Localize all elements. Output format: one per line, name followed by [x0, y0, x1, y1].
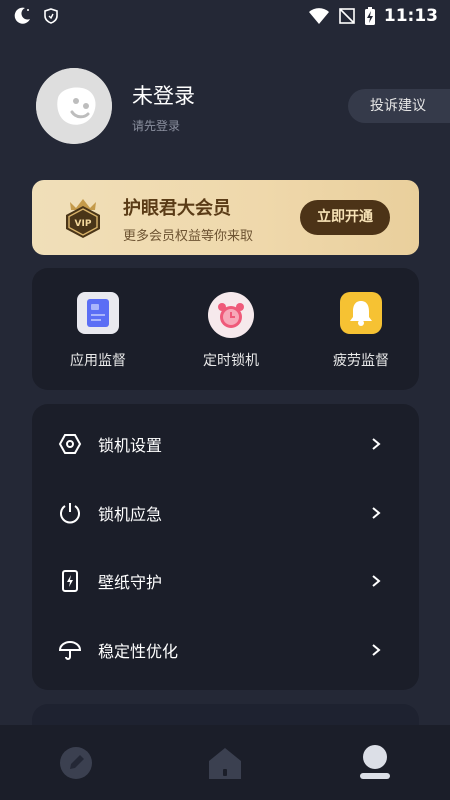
- bell-icon: [340, 292, 382, 334]
- vip-badge-icon: VIP: [66, 199, 100, 238]
- no-signal-icon: [339, 8, 355, 24]
- bottom-nav: [0, 725, 450, 800]
- vip-badge-text: VIP: [75, 219, 92, 229]
- hexagon-settings-icon: [58, 434, 82, 454]
- nav-tab-pen[interactable]: [56, 743, 96, 783]
- avatar[interactable]: [36, 68, 112, 144]
- document-icon: [77, 292, 119, 334]
- feature-label: 疲劳监督: [333, 353, 389, 369]
- vip-title: 护眼君大会员: [123, 198, 231, 219]
- feature-fatigue-monitor[interactable]: 疲劳监督: [306, 292, 416, 370]
- vip-subtitle: 更多会员权益等你来取: [123, 229, 254, 244]
- menu-label: 稳定性优化: [98, 642, 179, 661]
- menu-item-wallpaper-guard[interactable]: 壁纸守护: [32, 547, 419, 615]
- chevron-right-icon: [372, 575, 381, 587]
- feature-label: 定时锁机: [203, 353, 259, 369]
- chevron-right-icon: [372, 644, 381, 656]
- menu-item-stability-optimization[interactable]: 稳定性优化: [32, 616, 419, 684]
- status-bar: 11:13: [0, 0, 450, 32]
- login-title[interactable]: 未登录: [132, 80, 195, 110]
- feature-timed-lock[interactable]: 定时锁机: [176, 292, 286, 370]
- power-icon: [60, 503, 80, 524]
- menu-label: 壁纸守护: [98, 573, 163, 592]
- menu-label: 锁机应急: [98, 505, 163, 524]
- umbrella-icon: [58, 641, 82, 660]
- nav-tab-home[interactable]: [205, 743, 245, 783]
- battery-charging-icon: [364, 7, 375, 25]
- feedback-button[interactable]: 投诉建议: [348, 89, 450, 123]
- vip-card[interactable]: VIP 护眼君大会员 更多会员权益等你来取 立即开通: [32, 180, 419, 255]
- feature-label: 应用监督: [70, 353, 126, 369]
- moon-icon: [14, 7, 30, 24]
- menu-item-lock-settings[interactable]: 锁机设置: [32, 410, 419, 478]
- menu-label: 锁机设置: [98, 436, 163, 455]
- pen-icon: [60, 747, 92, 779]
- menu-card: 锁机设置 锁机应急 壁纸守护 稳定性优化: [32, 404, 419, 690]
- feature-app-monitor[interactable]: 应用监督: [43, 292, 153, 370]
- shield-icon: [44, 8, 58, 24]
- chevron-right-icon: [372, 507, 381, 519]
- vip-open-button[interactable]: 立即开通: [300, 200, 390, 235]
- home-icon: [209, 748, 241, 779]
- alarm-clock-icon: [208, 292, 254, 338]
- avatar-face-icon: [36, 68, 112, 144]
- login-subtitle[interactable]: 请先登录: [132, 117, 180, 134]
- chevron-right-icon: [372, 438, 381, 450]
- wifi-icon: [308, 8, 329, 24]
- person-icon: [360, 745, 390, 779]
- menu-item-lock-emergency[interactable]: 锁机应急: [32, 479, 419, 547]
- nav-tab-profile[interactable]: [355, 743, 395, 783]
- status-time: 11:13: [383, 6, 438, 26]
- phone-lightning-icon: [62, 570, 78, 592]
- feature-card: 应用监督 定时锁机 疲劳监督: [32, 268, 419, 390]
